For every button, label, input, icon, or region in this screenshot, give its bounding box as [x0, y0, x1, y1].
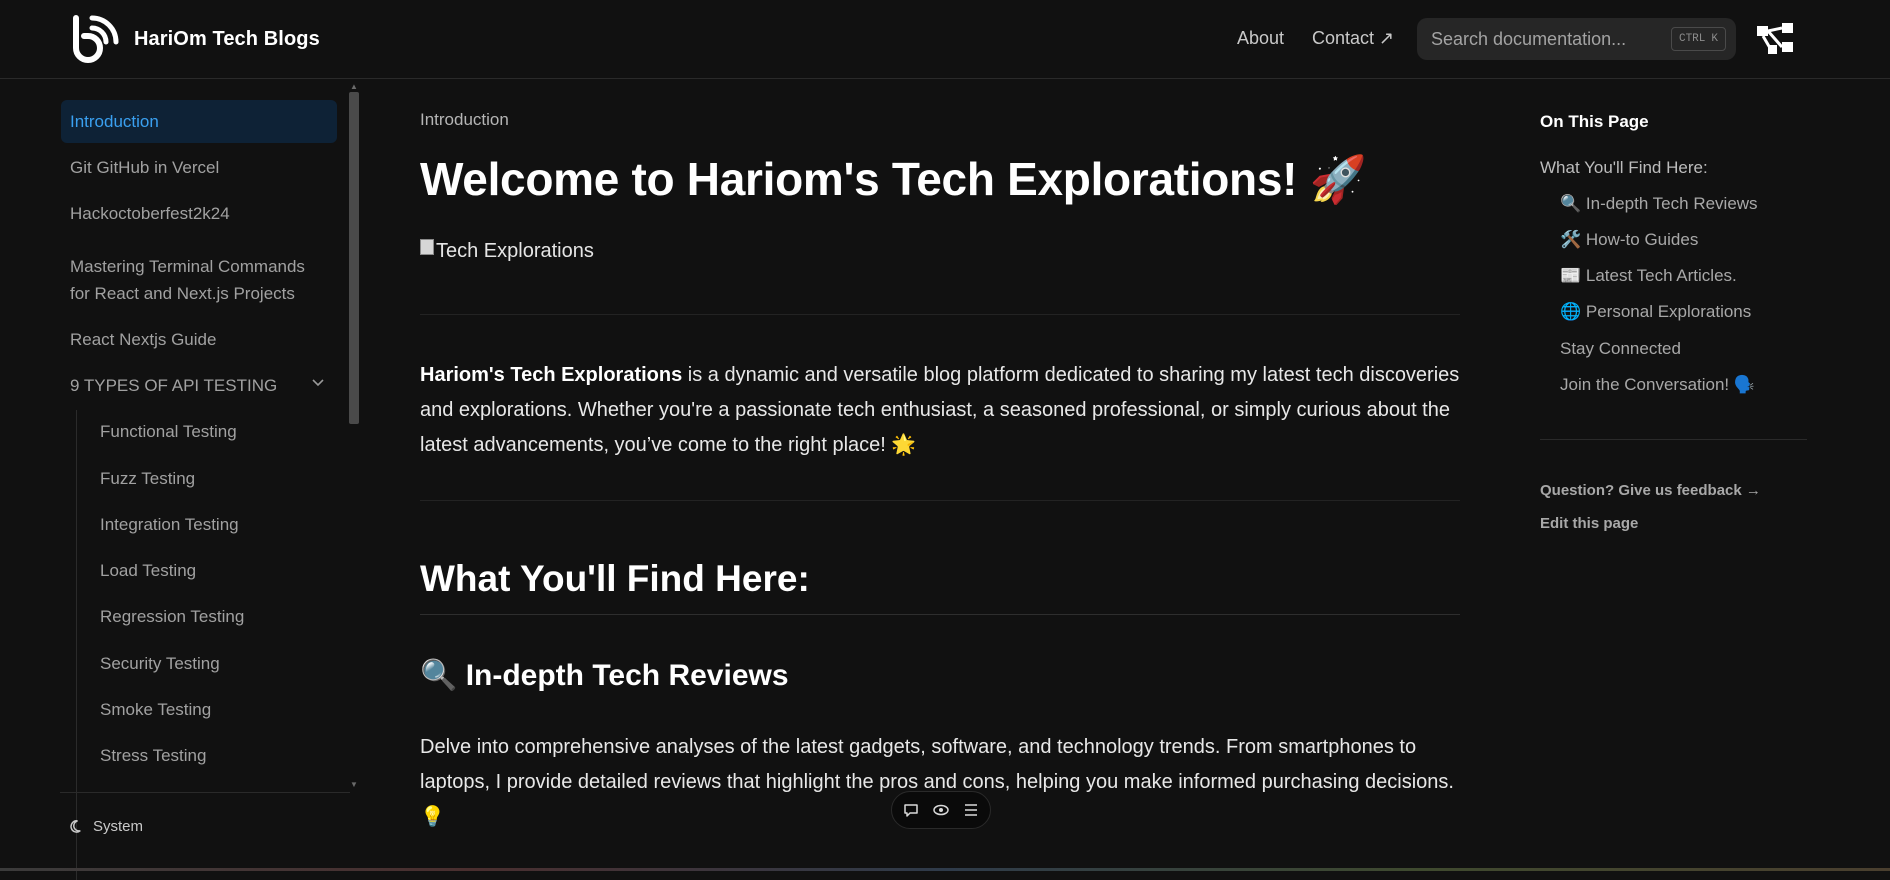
scroll-up-arrow-icon[interactable]: ▲	[350, 82, 358, 91]
toc-item-what-youll-find[interactable]: What You'll Find Here:	[1540, 158, 1708, 178]
page-title: Welcome to Hariom's Tech Explorations! 🚀	[420, 153, 1367, 205]
comment-icon[interactable]	[902, 801, 920, 819]
sidebar-item-load-testing[interactable]: Load Testing	[91, 549, 337, 592]
search-shortcut-badge: CTRL K	[1670, 27, 1726, 51]
signal-b-logo-icon	[73, 15, 119, 63]
sidebar-item-react-nextjs-guide[interactable]: React Nextjs Guide	[61, 318, 337, 361]
sitemap-icon[interactable]	[1756, 22, 1794, 56]
sidebar-item-fuzz-testing[interactable]: Fuzz Testing	[91, 457, 337, 500]
chevron-down-icon	[312, 379, 324, 387]
brand-name: HariOm Tech Blogs	[134, 27, 320, 50]
toc-item-how-to-guides[interactable]: 🛠️ How-to Guides	[1560, 230, 1698, 250]
toc-item-join-conversation[interactable]: Join the Conversation! 🗣️	[1560, 375, 1755, 395]
heading-underline	[420, 614, 1460, 615]
toc-divider	[1540, 439, 1807, 440]
sidebar-item-introduction[interactable]: Introduction	[61, 100, 337, 143]
sidebar-group-api-testing[interactable]: 9 TYPES OF API TESTING	[61, 364, 337, 407]
sidebar-item-security-testing[interactable]: Security Testing	[91, 642, 337, 685]
top-header: HariOm Tech Blogs About Contact ↗ Search…	[0, 0, 1890, 79]
toc-item-tech-reviews[interactable]: 🔍 In-depth Tech Reviews	[1560, 194, 1758, 214]
feedback-link[interactable]: Question? Give us feedback →	[1540, 482, 1761, 499]
sidebar-item-stress-testing[interactable]: Stress Testing	[91, 734, 337, 777]
nav-contact-link[interactable]: Contact ↗	[1312, 28, 1394, 49]
divider	[420, 500, 1460, 501]
left-sidebar: Introduction Git GitHub in Vercel Hackoc…	[0, 80, 362, 880]
sidebar-item-functional-testing[interactable]: Functional Testing	[91, 410, 337, 453]
sidebar-item-smoke-testing[interactable]: Smoke Testing	[91, 688, 337, 731]
kbd-k: K	[1711, 33, 1718, 45]
theme-label: System	[93, 818, 144, 835]
sidebar-group-label: 9 TYPES OF API TESTING	[70, 376, 278, 395]
floating-toolbar	[891, 791, 991, 829]
hero-image-alt-text: Tech Explorations	[436, 240, 594, 262]
hero-image: Tech Explorations	[420, 238, 594, 263]
toc-title: On This Page	[1540, 112, 1649, 131]
edit-page-link[interactable]: Edit this page	[1540, 515, 1638, 532]
theme-switch-button[interactable]: System	[70, 818, 143, 835]
kbd-ctrl: CTRL	[1678, 33, 1706, 45]
section-heading-tech-reviews: 🔍 In-depth Tech Reviews	[420, 659, 789, 692]
search-input[interactable]: Search documentation... CTRL K	[1417, 18, 1736, 60]
search-placeholder: Search documentation...	[1431, 28, 1627, 49]
sidebar-item-regression-testing[interactable]: Regression Testing	[91, 595, 337, 638]
sidebar-item-integration-testing[interactable]: Integration Testing	[91, 503, 337, 546]
sidebar-group-divider	[76, 410, 77, 880]
intro-paragraph: Hariom's Tech Explorations is a dynamic …	[420, 358, 1465, 463]
nav-about-link[interactable]: About	[1237, 28, 1284, 49]
sidebar-footer-divider	[60, 792, 350, 793]
brand-link[interactable]: HariOm Tech Blogs	[70, 14, 320, 64]
sidebar-item-hackoctoberfest[interactable]: Hackoctoberfest2k24	[61, 192, 337, 235]
moon-icon	[70, 820, 81, 833]
sidebar-item-terminal-commands[interactable]: Mastering Terminal Commands for React an…	[61, 245, 337, 315]
scroll-down-arrow-icon[interactable]: ▼	[350, 780, 358, 789]
divider	[420, 314, 1460, 315]
eye-icon[interactable]	[932, 801, 950, 819]
intro-bold: Hariom's Tech Explorations	[420, 364, 683, 386]
toc-item-personal-explorations[interactable]: 🌐 Personal Explorations	[1560, 302, 1751, 322]
breadcrumb[interactable]: Introduction	[420, 110, 509, 130]
toc-item-latest-articles[interactable]: 📰 Latest Tech Articles.	[1560, 266, 1737, 286]
broken-image-icon	[420, 238, 434, 255]
sidebar-item-git-github-vercel[interactable]: Git GitHub in Vercel	[61, 146, 337, 189]
toc-item-stay-connected[interactable]: Stay Connected	[1560, 339, 1681, 359]
list-icon[interactable]	[962, 801, 980, 819]
section-heading-what-youll-find: What You'll Find Here:	[420, 558, 810, 599]
sidebar-scroll-thumb[interactable]	[349, 92, 359, 424]
